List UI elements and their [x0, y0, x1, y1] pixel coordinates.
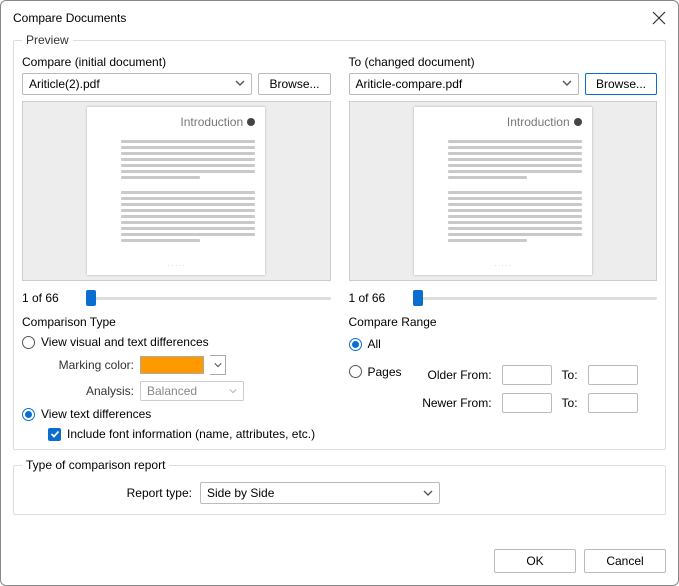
page-heading: Introduction [507, 115, 570, 129]
compare-side: Compare (initial document) Ariticle(2).p… [22, 55, 331, 307]
preview-legend: Preview [22, 33, 73, 47]
range-all-label: All [368, 337, 381, 351]
older-to-label: To: [562, 368, 578, 382]
analysis-label: Analysis: [48, 384, 134, 398]
ok-button[interactable]: OK [494, 549, 576, 573]
to-side: To (changed document) Ariticle-compare.p… [349, 55, 658, 307]
to-browse-button[interactable]: Browse... [585, 73, 657, 95]
marking-color-label: Marking color: [48, 358, 134, 372]
newer-from-input[interactable] [502, 393, 552, 413]
report-type-value: Side by Side [207, 486, 274, 500]
marking-color-dropdown[interactable] [210, 355, 226, 375]
visual-text-radio[interactable] [22, 336, 35, 349]
comparison-type-legend: Comparison Type [22, 315, 331, 329]
text-diff-label: View text differences [41, 407, 151, 421]
to-label: To (changed document) [349, 55, 658, 69]
newer-to-label: To: [562, 396, 578, 410]
logo-icon [247, 118, 255, 126]
compare-page-indicator: 1 of 66 [22, 291, 80, 305]
compare-file-select[interactable]: Ariticle(2).pdf [22, 73, 252, 95]
range-pages-radio[interactable] [349, 365, 362, 378]
dialog-title: Compare Documents [13, 11, 126, 25]
visual-text-label: View visual and text differences [41, 335, 209, 349]
include-font-checkbox[interactable] [48, 428, 61, 441]
marking-color-swatch[interactable] [140, 356, 204, 374]
page-heading: Introduction [180, 115, 243, 129]
to-file-value: Ariticle-compare.pdf [356, 77, 463, 91]
chevron-down-icon [235, 77, 245, 91]
report-type-select[interactable]: Side by Side [200, 482, 440, 504]
include-font-label: Include font information (name, attribut… [67, 427, 315, 441]
range-pages-label: Pages [368, 365, 402, 379]
report-legend: Type of comparison report [22, 458, 169, 472]
compare-range-group: Compare Range All Pages Older From: To: [349, 315, 658, 441]
compare-file-value: Ariticle(2).pdf [29, 77, 100, 91]
to-page-indicator: 1 of 66 [349, 291, 407, 305]
older-from-input[interactable] [502, 365, 552, 385]
comparison-type-group: Comparison Type View visual and text dif… [22, 315, 331, 441]
cancel-button[interactable]: Cancel [584, 549, 666, 573]
older-from-label: Older From: [408, 368, 492, 382]
range-all-radio[interactable] [349, 338, 362, 351]
compare-browse-button[interactable]: Browse... [258, 73, 330, 95]
compare-range-legend: Compare Range [349, 315, 658, 329]
logo-icon [574, 118, 582, 126]
compare-label: Compare (initial document) [22, 55, 331, 69]
to-thumbnail[interactable]: Introduction · · · · · [349, 101, 658, 281]
preview-group: Preview Compare (initial document) Ariti… [13, 33, 666, 450]
to-page-slider[interactable] [413, 289, 658, 307]
compare-page-slider[interactable] [86, 289, 331, 307]
text-diff-radio[interactable] [22, 408, 35, 421]
close-icon[interactable] [652, 11, 666, 25]
report-type-label: Report type: [22, 486, 192, 500]
older-to-input[interactable] [588, 365, 638, 385]
chevron-down-icon [562, 77, 572, 91]
analysis-select[interactable]: Balanced [140, 381, 244, 401]
report-group: Type of comparison report Report type: S… [13, 458, 666, 515]
analysis-value: Balanced [147, 384, 197, 398]
newer-from-label: Newer From: [408, 396, 492, 410]
to-file-select[interactable]: Ariticle-compare.pdf [349, 73, 579, 95]
compare-thumbnail[interactable]: Introduction · · · · · [22, 101, 331, 281]
newer-to-input[interactable] [588, 393, 638, 413]
